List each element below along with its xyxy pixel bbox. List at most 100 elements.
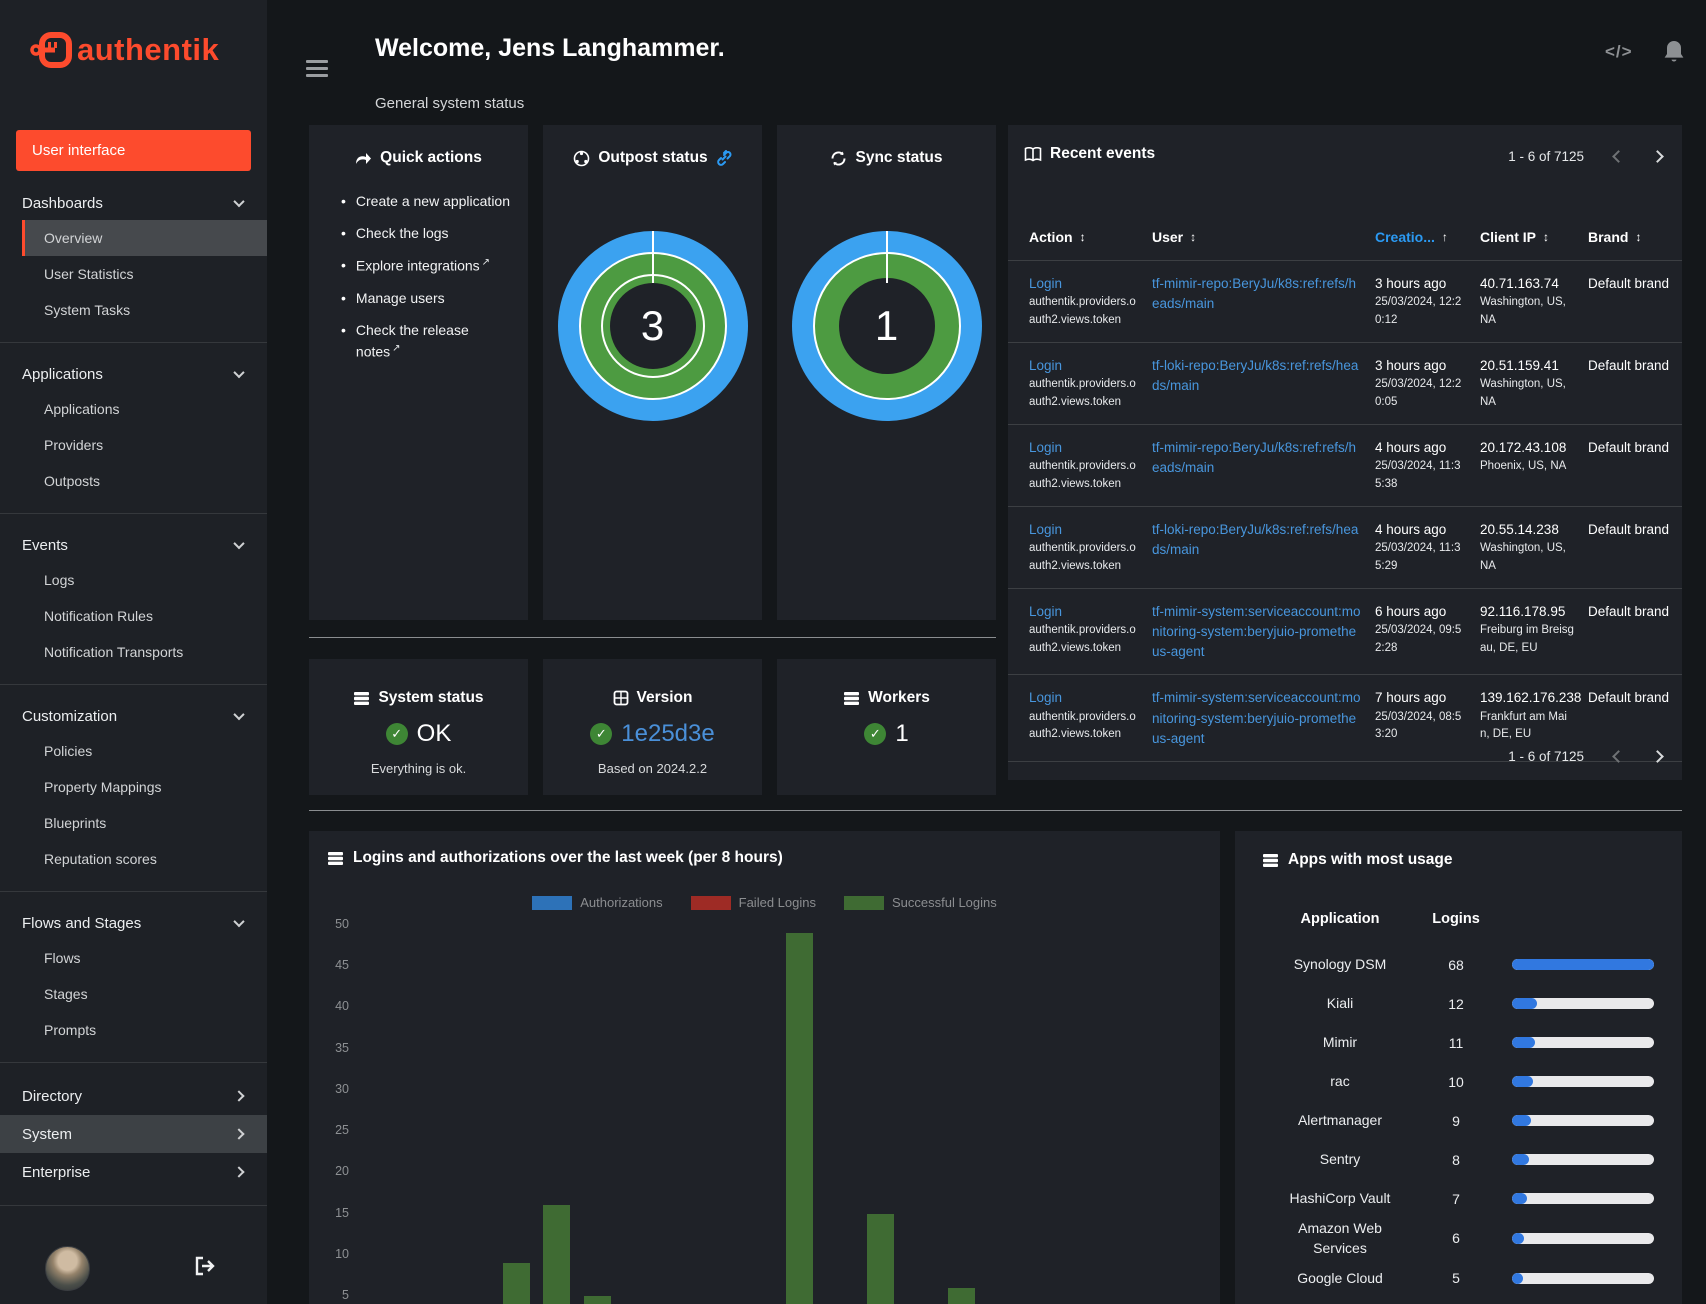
sidebar-group-dashboards[interactable]: Dashboards — [0, 186, 267, 220]
sort-icon[interactable]: ↕ — [1543, 230, 1549, 244]
event-user-link[interactable]: tf-mimir-system:serviceaccount:monitorin… — [1152, 602, 1362, 663]
sidebar-item-notification-rules[interactable]: Notification Rules — [0, 598, 267, 634]
menu-toggle-icon[interactable] — [306, 60, 328, 81]
sidebar-item-flows[interactable]: Flows — [0, 940, 267, 976]
api-code-icon[interactable]: </> — [1605, 42, 1633, 62]
app-usage-bar-cell — [1512, 1076, 1654, 1087]
quick-action-check-the-logs[interactable]: • Check the logs — [341, 223, 514, 244]
sort-icon[interactable]: ↑ — [1442, 230, 1448, 244]
event-action-link[interactable]: Login — [1029, 688, 1139, 708]
table-row: Login authentik.providers.oauth2.views.to… — [1008, 261, 1682, 343]
sidebar-item-stages[interactable]: Stages — [0, 976, 267, 1012]
sidebar-group-events[interactable]: Events — [0, 528, 267, 562]
sync-status-card: Sync status 1 — [777, 125, 996, 620]
event-ip: 20.172.43.108 — [1480, 439, 1567, 455]
event-user-link[interactable]: tf-mimir-repo:BeryJu/k8s:ref:refs/heads/… — [1152, 274, 1362, 315]
outpost-icon — [573, 150, 590, 167]
column-header-client-ip[interactable]: Client IP ↕ — [1480, 229, 1575, 245]
event-user-link[interactable]: tf-loki-repo:BeryJu/k8s:ref:refs/heads/m… — [1152, 356, 1362, 397]
event-user-cell: tf-mimir-repo:BeryJu/k8s:ref:refs/heads/… — [1152, 274, 1362, 330]
event-action-link[interactable]: Login — [1029, 602, 1139, 622]
app-usage-row: Mimir 11 — [1235, 1023, 1682, 1062]
app-usage-bar-track — [1512, 1154, 1654, 1165]
column-header-user[interactable]: User ↕ — [1152, 229, 1362, 245]
sidebar-item-providers[interactable]: Providers — [0, 427, 267, 463]
sidebar-item-prompts[interactable]: Prompts — [0, 1012, 267, 1048]
sidebar-item-outposts[interactable]: Outposts — [0, 463, 267, 499]
column-header-action[interactable]: Action ↕ — [1029, 229, 1139, 245]
column-header-brand[interactable]: Brand ↕ — [1588, 229, 1672, 245]
event-user-link[interactable]: tf-mimir-system:serviceaccount:monitorin… — [1152, 688, 1362, 749]
workers-value: 1 — [895, 720, 909, 747]
legend-item-authorizations[interactable]: Authorizations — [532, 895, 663, 910]
sidebar-item-notification-transports[interactable]: Notification Transports — [0, 634, 267, 670]
outpost-status-donut: 3 — [557, 231, 748, 421]
quick-action-explore-integrations[interactable]: • Explore integrations ↗ — [341, 255, 514, 277]
sidebar-group-system[interactable]: System — [0, 1115, 267, 1153]
event-creation-cell: 4 hours ago 25/03/2024, 11:35:38 — [1375, 438, 1467, 494]
app-usage-row: Amazon Web Services 6 — [1235, 1218, 1682, 1259]
sidebar-item-system-tasks[interactable]: System Tasks — [0, 292, 267, 328]
quick-action-manage-users[interactable]: • Manage users — [341, 288, 514, 309]
avatar[interactable] — [45, 1246, 90, 1291]
event-brand: Default brand — [1588, 357, 1670, 373]
user-interface-button[interactable]: User interface — [16, 130, 251, 171]
sort-icon[interactable]: ↕ — [1190, 230, 1196, 244]
check-circle-icon: ✓ — [385, 723, 408, 745]
column-header-creatio[interactable]: Creatio... ↑ — [1375, 229, 1467, 245]
page-next-icon[interactable] — [1651, 150, 1664, 163]
event-client-ip-cell: 20.172.43.108 Phoenix, US, NA — [1480, 438, 1575, 494]
page-prev-icon[interactable] — [1612, 750, 1625, 763]
event-timestamp: 25/03/2024, 11:35:38 — [1375, 460, 1461, 490]
event-action-link[interactable]: Login — [1029, 438, 1139, 458]
system-status-card: System status ✓ OK Everything is ok. — [309, 659, 528, 795]
server-icon — [843, 691, 860, 706]
sign-out-icon[interactable] — [194, 1256, 216, 1276]
legend-item-failed-logins[interactable]: Failed Logins — [690, 895, 816, 910]
bundle-icon — [613, 690, 629, 706]
sidebar-group-directory[interactable]: Directory — [0, 1077, 267, 1115]
sort-icon[interactable]: ↕ — [1635, 230, 1641, 244]
main-area: Welcome, Jens Langhammer. General system… — [267, 0, 1706, 1304]
chart-bar-successful-logins — [583, 1295, 611, 1304]
event-time-ago: 3 hours ago — [1375, 276, 1447, 291]
quick-action-create-a-new-application[interactable]: • Create a new application — [341, 191, 514, 212]
sidebar-item-policies[interactable]: Policies — [0, 733, 267, 769]
sidebar-item-blueprints[interactable]: Blueprints — [0, 805, 267, 841]
chevron-right-icon — [233, 1166, 245, 1178]
sidebar-item-user-statistics[interactable]: User Statistics — [0, 256, 267, 292]
sidebar-group-applications[interactable]: Applications — [0, 357, 267, 391]
sidebar-item-applications[interactable]: Applications — [0, 391, 267, 427]
quick-action-check-the-release-notes[interactable]: • Check the release notes ↗ — [341, 320, 514, 363]
legend-item-successful-logins[interactable]: Successful Logins — [843, 895, 997, 910]
sidebar-item-label: Providers — [44, 437, 104, 453]
app-usage-row: Kiali 12 — [1235, 984, 1682, 1023]
event-user-link[interactable]: tf-mimir-repo:BeryJu/k8s:ref:refs/heads/… — [1152, 438, 1362, 479]
page-prev-icon[interactable] — [1612, 150, 1625, 163]
sidebar-group-flows-and-stages[interactable]: Flows and Stages — [0, 906, 267, 940]
sidebar-group-customization[interactable]: Customization — [0, 699, 267, 733]
event-location: Washington, US, NA — [1480, 296, 1566, 327]
sidebar-item-logs[interactable]: Logs — [0, 562, 267, 598]
legend-swatch — [843, 895, 884, 910]
outpost-link-icon[interactable] — [716, 150, 732, 166]
event-action-link[interactable]: Login — [1029, 356, 1139, 376]
event-ip: 40.71.163.74 — [1480, 276, 1559, 291]
notifications-bell-icon[interactable] — [1663, 40, 1685, 64]
version-value-link[interactable]: 1e25d3e — [621, 720, 714, 748]
sidebar-group-enterprise[interactable]: Enterprise — [0, 1153, 267, 1191]
page-next-icon[interactable] — [1651, 750, 1664, 763]
sidebar-item-reputation-scores[interactable]: Reputation scores — [0, 841, 267, 877]
sidebar-item-property-mappings[interactable]: Property Mappings — [0, 769, 267, 805]
event-timestamp: 25/03/2024, 11:35:29 — [1375, 541, 1461, 572]
event-action-link[interactable]: Login — [1029, 274, 1139, 294]
sort-icon[interactable]: ↕ — [1080, 230, 1086, 244]
event-user-link[interactable]: tf-loki-repo:BeryJu/k8s:ref:refs/heads/m… — [1152, 520, 1362, 561]
quick-action-label: Manage users — [355, 289, 445, 306]
event-creation-cell: 6 hours ago 25/03/2024, 09:52:28 — [1375, 602, 1467, 663]
authentik-key-icon — [30, 32, 72, 68]
sidebar-item-overview[interactable]: Overview — [22, 220, 267, 256]
workers-title: Workers — [868, 689, 930, 706]
event-action-link[interactable]: Login — [1029, 520, 1139, 540]
event-action-detail: authentik.providers.oauth2.views.token — [1029, 460, 1136, 490]
